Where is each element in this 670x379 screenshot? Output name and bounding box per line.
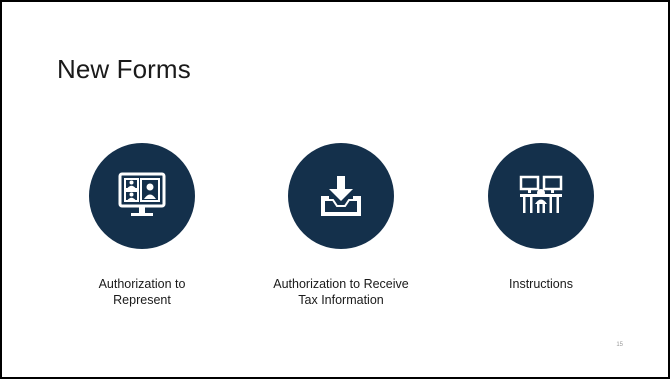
form-card-instructions: Instructions [451,143,631,292]
meeting-table-icon [519,175,563,213]
form-card-authorization-to-represent: Authorization to Represent [52,143,232,308]
icon-circle [288,143,394,249]
form-card-label: Authorization to Receive Tax Information [273,277,409,307]
form-card-label: Authorization to Represent [98,277,186,307]
icon-circle [89,143,195,249]
page-number: 15 [616,342,623,348]
slide-title: New Forms [57,54,191,84]
form-card-authorization-to-receive-tax-information: Authorization to Receive Tax Information [251,143,431,308]
form-card-label: Instructions [509,277,573,291]
video-conference-icon [118,172,166,216]
slide: New Forms Authorization to Represent Aut… [0,0,670,379]
inbox-download-icon [321,176,361,216]
icon-circle [488,143,594,249]
